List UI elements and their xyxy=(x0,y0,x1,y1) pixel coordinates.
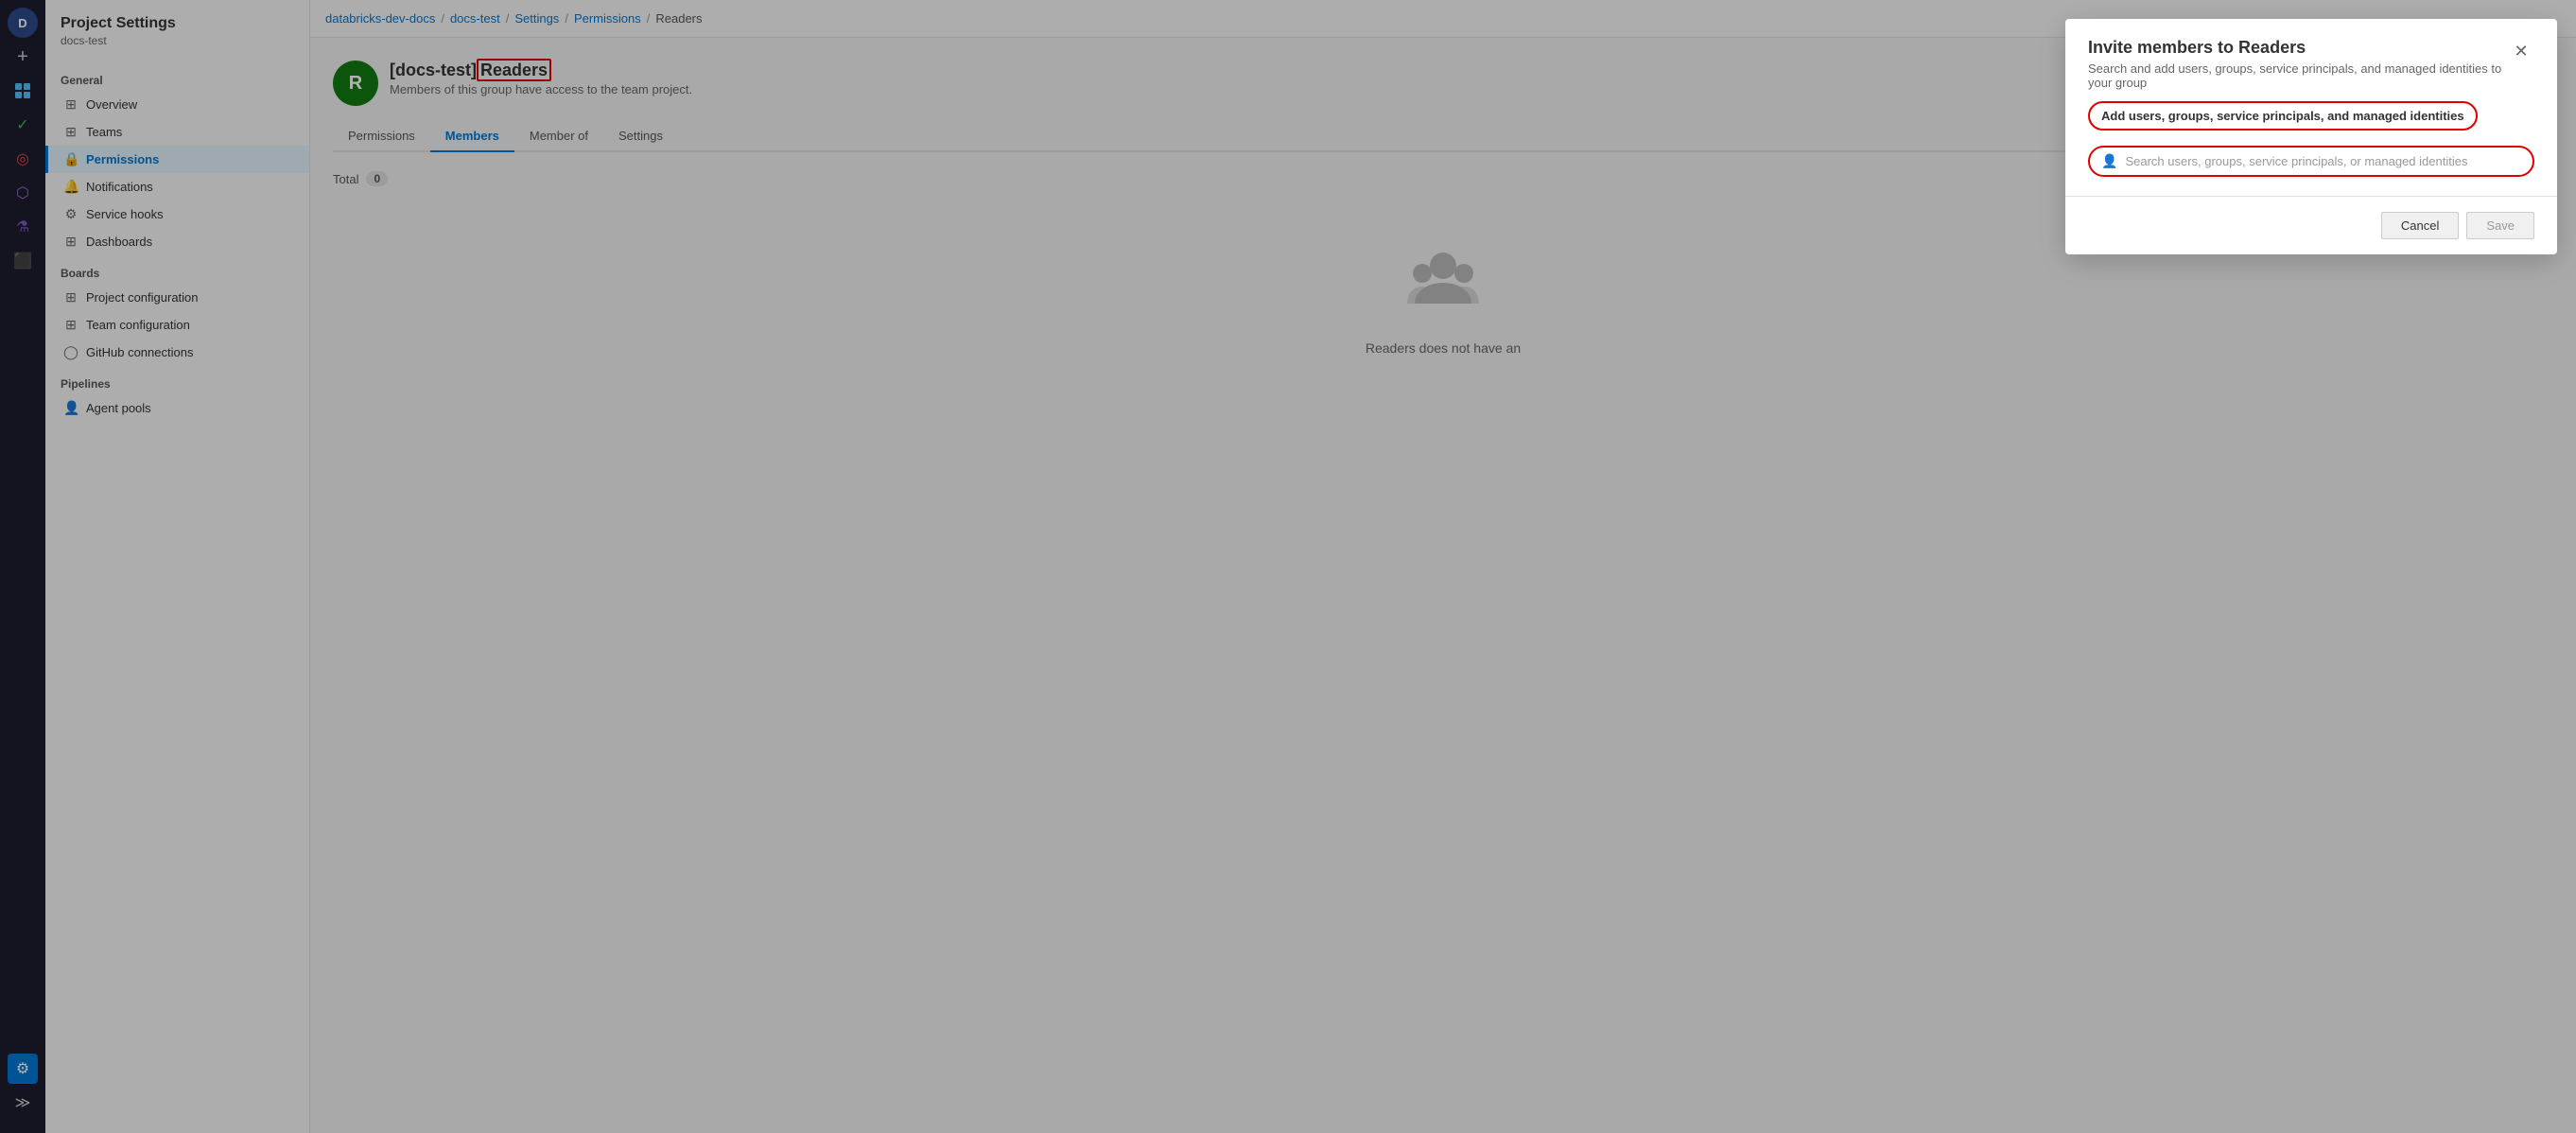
search-input[interactable] xyxy=(2125,154,2521,168)
dialog-close-button[interactable]: ✕ xyxy=(2508,38,2534,64)
dialog-footer: Cancel Save xyxy=(2065,196,2557,254)
save-button[interactable]: Save xyxy=(2466,212,2534,239)
dialog-title: Invite members to Readers xyxy=(2088,38,2508,58)
dialog-header-text: Invite members to Readers Search and add… xyxy=(2088,38,2508,90)
search-icon: 👤 xyxy=(2101,153,2117,169)
search-box[interactable]: 👤 xyxy=(2088,146,2534,177)
dialog-subtitle: Search and add users, groups, service pr… xyxy=(2088,61,2508,90)
add-users-label: Add users, groups, service principals, a… xyxy=(2088,101,2478,131)
dialog-body: Add users, groups, service principals, a… xyxy=(2065,101,2557,196)
dialog-header: Invite members to Readers Search and add… xyxy=(2065,19,2557,101)
cancel-button[interactable]: Cancel xyxy=(2381,212,2459,239)
invite-dialog: Invite members to Readers Search and add… xyxy=(2065,19,2557,254)
